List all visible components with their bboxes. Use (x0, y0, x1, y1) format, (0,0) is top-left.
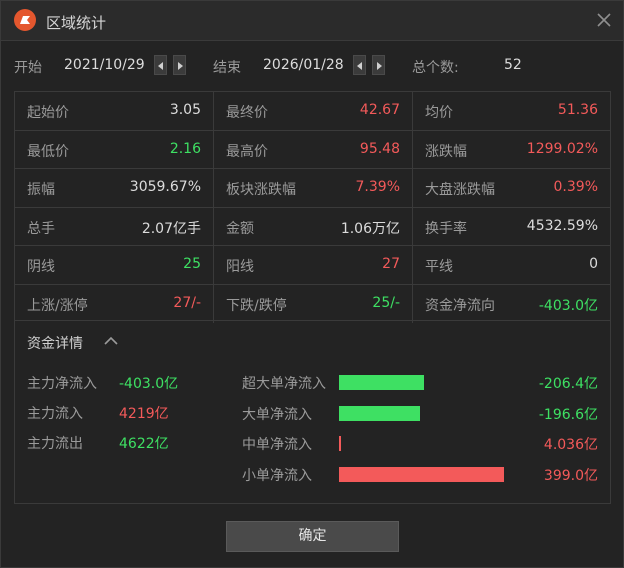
stats-grid: 起始价 3.05 最终价 42.67 均价 51.36 最低价 2.16 最高价 95.48 涨跌幅… (14, 91, 611, 324)
fund-summary-value: 4622亿 (119, 436, 169, 452)
window-title: 区域统计 (46, 14, 107, 32)
stat-value: 27/- (173, 294, 201, 311)
stat-cell: 大盘涨跌幅 0.39% (413, 169, 610, 208)
stat-cell: 最终价 42.67 (214, 92, 413, 131)
stat-value: 25/- (372, 294, 400, 311)
chevron-up-icon[interactable] (103, 335, 119, 347)
stat-value: -403.0亿 (538, 297, 598, 314)
close-icon[interactable] (595, 11, 613, 29)
stat-value: 3.05 (169, 102, 201, 118)
order-flow-label: 超大单净流入 (242, 376, 326, 392)
stat-cell: 总手 2.07亿手 (15, 207, 214, 246)
stat-label: 均价 (425, 105, 453, 121)
order-flow-value: -206.4亿 (538, 376, 598, 392)
stat-cell: 振幅 3059.67% (15, 169, 214, 208)
stat-value: 42.67 (359, 102, 400, 118)
fund-details-panel: 资金详情 主力净流入 -403.0亿主力流入 4219亿主力流出 4622亿 超大单净… (14, 321, 611, 504)
stat-label: 最低价 (27, 143, 69, 160)
start-label: 开始 (14, 60, 42, 76)
total-count-value: 52 (504, 57, 522, 73)
start-prev-button[interactable] (154, 55, 167, 75)
stat-cell: 最高价 95.48 (214, 130, 413, 169)
order-flow-label: 小单净流入 (242, 467, 312, 484)
stat-cell: 换手率 4532.59% (413, 208, 610, 246)
stat-label: 平线 (425, 259, 453, 275)
fund-summary-label: 主力流入 (27, 406, 83, 422)
fund-summary-value: 4219亿 (119, 406, 169, 422)
stat-label: 上涨/涨停 (27, 297, 88, 314)
stat-cell: 起始价 3.05 (15, 92, 214, 131)
stat-cell: 资金净流向 -403.0亿 (413, 285, 610, 324)
stat-cell: 均价 51.36 (413, 92, 610, 131)
stat-value: 3059.67% (129, 179, 201, 195)
stat-value: 1299.02% (526, 140, 598, 157)
stat-value: 2.07亿手 (141, 220, 201, 237)
stat-label: 起始价 (27, 105, 69, 121)
stat-value: 51.36 (557, 102, 598, 118)
stat-cell: 金额 1.06万亿 (214, 207, 413, 246)
stat-cell: 平线 0 (413, 246, 610, 285)
end-prev-button[interactable] (353, 55, 366, 75)
fund-summary-label: 主力净流入 (27, 376, 97, 392)
date-range-row: 开始 2021/10/29 结束 2026/01/28 总个数: 52 (1, 55, 623, 77)
stat-label: 大盘涨跌幅 (425, 182, 495, 198)
confirm-button[interactable]: 确定 (226, 521, 399, 552)
end-next-button[interactable] (372, 55, 385, 75)
stat-label: 最终价 (226, 105, 268, 121)
order-flow-value: 4.036亿 (543, 437, 598, 453)
stat-value: 95.48 (359, 140, 400, 157)
triangle-right-icon (178, 62, 183, 70)
stat-value: 0.39% (553, 179, 598, 195)
flag-logo-icon (14, 9, 36, 31)
stat-cell: 阳线 27 (214, 246, 413, 285)
triangle-right-icon (377, 62, 382, 70)
stat-label: 总手 (27, 220, 55, 237)
stat-cell: 最低价 2.16 (15, 130, 214, 169)
stat-cell: 阴线 25 (15, 246, 214, 285)
stat-value: 27 (382, 256, 400, 272)
order-flow-label: 中单净流入 (242, 437, 312, 453)
stat-value: 25 (183, 256, 201, 272)
end-label: 结束 (213, 60, 241, 76)
stat-value: 4532.59% (526, 217, 598, 234)
triangle-left-icon (158, 62, 163, 70)
stat-label: 金额 (226, 220, 254, 237)
end-date[interactable]: 2026/01/28 (263, 57, 344, 73)
stat-cell: 涨跌幅 1299.02% (413, 131, 610, 169)
stat-cell: 板块涨跌幅 7.39% (214, 169, 413, 208)
region-stats-dialog: 区域统计 开始 2021/10/29 结束 2026/01/28 总个数: 52… (0, 0, 624, 568)
order-flow-value: 399.0亿 (543, 467, 598, 484)
stat-label: 涨跌幅 (425, 143, 467, 160)
stat-value: 1.06万亿 (340, 220, 400, 237)
triangle-left-icon (357, 62, 362, 70)
start-date[interactable]: 2021/10/29 (64, 57, 145, 73)
stat-label: 最高价 (226, 143, 268, 160)
order-flow-bar (339, 466, 504, 482)
order-flow-value: -196.6亿 (538, 406, 598, 423)
stat-label: 振幅 (27, 182, 55, 198)
total-count-label: 总个数: (412, 60, 459, 76)
stat-label: 资金净流向 (425, 297, 495, 314)
fund-summary-value: -403.0亿 (119, 376, 179, 392)
start-next-button[interactable] (173, 55, 186, 75)
order-flow-bar (339, 405, 420, 421)
stat-label: 换手率 (425, 220, 467, 237)
stat-value: 0 (589, 256, 598, 272)
stat-label: 阳线 (226, 259, 254, 275)
order-flow-bar (339, 436, 341, 451)
title-bar[interactable]: 区域统计 (1, 1, 623, 41)
fund-details-title: 资金详情 (27, 336, 83, 352)
order-flow-label: 大单净流入 (242, 406, 312, 423)
stat-cell: 下跌/跌停 25/- (214, 284, 413, 323)
stat-label: 阴线 (27, 259, 55, 275)
order-flow-bar (339, 375, 424, 390)
stat-value: 7.39% (355, 179, 400, 195)
stat-label: 板块涨跌幅 (226, 182, 296, 198)
stat-label: 下跌/跌停 (226, 297, 287, 314)
fund-summary-label: 主力流出 (27, 436, 83, 452)
stat-cell: 上涨/涨停 27/- (15, 284, 214, 323)
stat-value: 2.16 (169, 140, 201, 157)
